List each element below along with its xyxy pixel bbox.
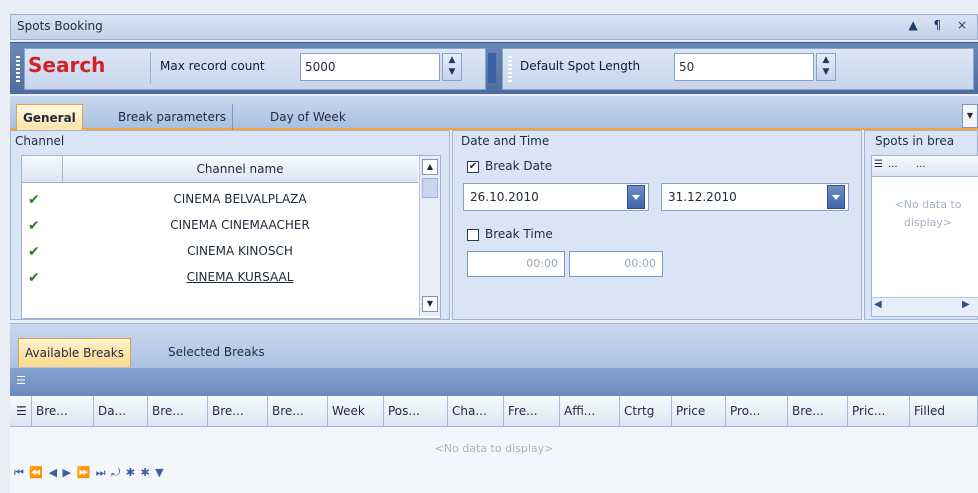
break-date-checkbox[interactable]: ✔ (467, 161, 479, 173)
channel-row[interactable]: ✔ CINEMA CINEMAACHER (22, 214, 440, 238)
grid-column[interactable]: Week (328, 396, 384, 426)
scroll-down-icon[interactable]: ▼ (422, 296, 438, 312)
spots-panel-title: Spots in brea (875, 134, 955, 148)
spots-in-break-panel: Spots in brea ☰ ... ... <No data to disp… (864, 130, 978, 320)
channel-name-header[interactable]: Channel name (62, 162, 418, 176)
tab-break-parameters[interactable]: Break parameters (112, 104, 234, 130)
tab-strip: General Break parameters Day of Week ▼ (10, 96, 978, 131)
spots-hscrollbar[interactable]: ◀ ▶ (872, 297, 978, 316)
grid-column[interactable]: Pro... (726, 396, 788, 426)
grid-column[interactable]: Pric... (848, 396, 910, 426)
channel-row[interactable]: ✔ CINEMA KURSAAL (22, 266, 440, 290)
default-spot-label: Default Spot Length (520, 59, 641, 73)
break-date-label: Break Date (485, 159, 553, 173)
grid-column[interactable]: Price (672, 396, 726, 426)
column-chooser-icon[interactable]: ☰ (10, 396, 32, 426)
max-record-label: Max record count (160, 59, 265, 73)
toolbar-separator (150, 52, 151, 84)
breaks-grid-header: ☰ Bre... Da... Bre... Bre... Bre... Week… (10, 396, 978, 427)
grid-column[interactable]: Da... (94, 396, 148, 426)
tab-selected-breaks[interactable]: Selected Breaks (162, 338, 271, 366)
scroll-up-icon[interactable]: ▲ (422, 159, 438, 175)
tab-day-of-week[interactable]: Day of Week (264, 104, 352, 130)
group-panel-icon[interactable]: ☰ (16, 374, 26, 387)
spots-grid-header: ☰ ... ... (872, 156, 978, 177)
spots-col-3[interactable]: ... (916, 159, 926, 170)
channel-name: CINEMA KINOSCH (187, 244, 293, 258)
scroll-right-icon[interactable]: ▶ (962, 299, 970, 310)
default-spot-input[interactable]: 50 (674, 53, 814, 81)
grid-column[interactable]: Fre... (504, 396, 560, 426)
to-date-dropdown-icon[interactable] (827, 185, 845, 209)
from-date-dropdown-icon[interactable] (627, 185, 645, 209)
grid-column[interactable]: Bre... (148, 396, 208, 426)
grid-nodata: <No data to display> (434, 442, 554, 455)
toolbar: Search Max record count 5000 ▲ ▼ Default … (10, 42, 978, 94)
grid-column[interactable]: Bre... (32, 396, 94, 426)
window-titlebar: Spots Booking ▲ ¶ × (10, 14, 978, 40)
grid-navigator[interactable]: ⏮ ⏪ ◀ ▶ ⏩ ⏭ ⤾ ✱ ✱ ▼ (14, 466, 165, 488)
grid-column[interactable]: Affi... (560, 396, 620, 426)
scroll-left-icon[interactable]: ◀ (874, 299, 882, 310)
toolbar-grip[interactable] (16, 56, 20, 82)
spots-nodata: <No data to display> (894, 198, 962, 229)
grid-column[interactable]: Pos... (384, 396, 448, 426)
channel-panel: Channel Channel name ▲ ▼ ✔ CINEMA BELVAL… (10, 130, 450, 320)
max-record-input[interactable]: 5000 (300, 53, 440, 81)
grid-column[interactable]: Cha... (448, 396, 504, 426)
date-time-panel: Date and Time ✔ Break Date 26.10.2010 31… (452, 130, 862, 320)
channel-grid: Channel name ▲ ▼ ✔ CINEMA BELVALPLAZA ✔ … (21, 155, 441, 319)
tab-available-breaks[interactable]: Available Breaks (18, 338, 131, 367)
checked-icon[interactable]: ✔ (28, 218, 42, 234)
max-record-spinner[interactable]: ▲ ▼ (442, 53, 462, 81)
to-date-input[interactable]: 31.12.2010 (661, 183, 849, 211)
checked-icon[interactable]: ✔ (28, 270, 42, 286)
channel-row[interactable]: ✔ CINEMA BELVALPLAZA (22, 188, 440, 212)
channel-name: CINEMA KURSAAL (186, 270, 294, 284)
group-by-bar[interactable]: ☰ (10, 368, 978, 396)
grid-column[interactable]: Bre... (268, 396, 328, 426)
grid-column[interactable]: Bre... (788, 396, 848, 426)
to-time-input[interactable]: 00:00 (569, 251, 663, 277)
grid-column[interactable]: Filled (910, 396, 978, 426)
date-time-panel-title: Date and Time (461, 134, 550, 148)
channel-grid-header: Channel name (22, 156, 418, 183)
spots-col-2[interactable]: ... (888, 159, 898, 170)
channel-panel-title: Channel (15, 134, 65, 148)
toolbar-overflow-button[interactable] (488, 53, 496, 83)
break-time-checkbox[interactable] (467, 229, 479, 241)
search-button[interactable]: Search (28, 53, 105, 77)
from-time-input[interactable]: 00:00 (467, 251, 565, 277)
checked-icon[interactable]: ✔ (28, 244, 42, 260)
default-spot-spinner[interactable]: ▲ ▼ (816, 53, 836, 81)
from-date-input[interactable]: 26.10.2010 (463, 183, 649, 211)
breaks-tabs: Available Breaks Selected Breaks (10, 324, 978, 368)
window-title: Spots Booking (17, 19, 103, 33)
tab-general[interactable]: General (16, 104, 83, 131)
channel-name: CINEMA BELVALPLAZA (173, 192, 307, 206)
checked-icon[interactable]: ✔ (28, 192, 42, 208)
grid-column[interactable]: Ctrtg (620, 396, 672, 426)
channel-row[interactable]: ✔ CINEMA KINOSCH (22, 240, 440, 264)
toolbar-grip-2[interactable] (508, 56, 512, 82)
window-controls[interactable]: ▲ ¶ × (908, 18, 973, 32)
spots-grid: ☰ ... ... <No data to display> ◀ ▶ (871, 155, 978, 317)
break-time-label: Break Time (485, 227, 553, 241)
breaks-section: Available Breaks Selected Breaks ☰ ☰ Bre… (10, 323, 978, 493)
column-chooser-icon[interactable]: ☰ (874, 159, 883, 170)
channel-name: CINEMA CINEMAACHER (170, 218, 310, 232)
tab-dropdown-icon[interactable]: ▼ (962, 104, 978, 128)
grid-column[interactable]: Bre... (208, 396, 268, 426)
